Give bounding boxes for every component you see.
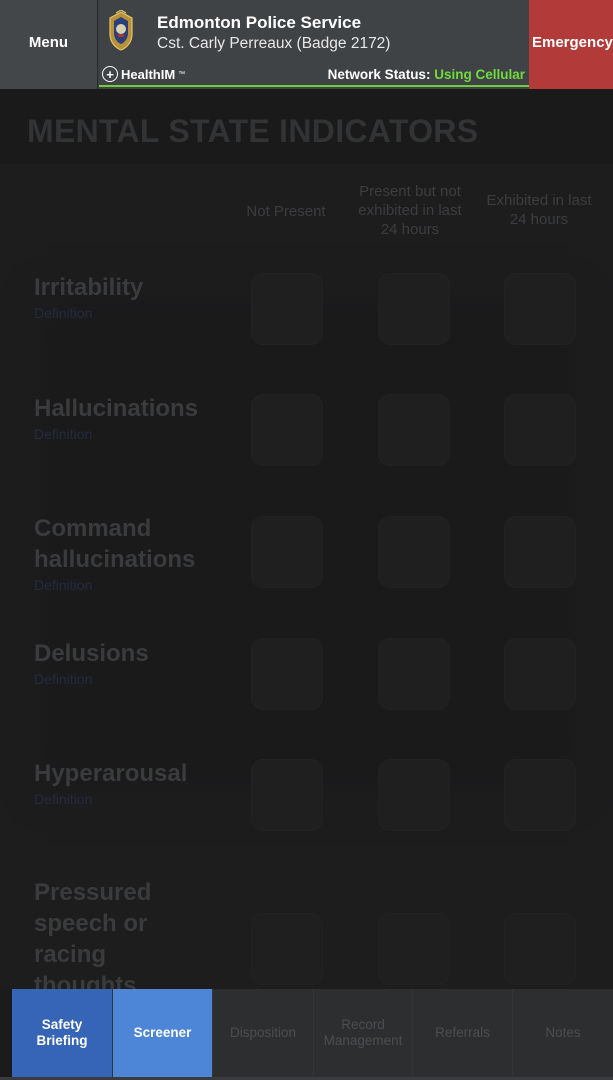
org-name: Edmonton Police Service <box>157 13 362 32</box>
indicator-label: Command hallucinations <box>34 515 196 573</box>
officer-name: Cst. Carly Perreaux (Badge 2172) <box>157 35 391 52</box>
menu-button[interactable]: Menu <box>0 0 98 89</box>
option-present-not-exhibited[interactable] <box>378 394 450 466</box>
officer-info: Edmonton Police Service Cst. Carly Perre… <box>99 0 529 89</box>
trademark-mark: ™ <box>178 70 186 78</box>
definition-link[interactable]: Definition <box>34 791 224 807</box>
option-present-not-exhibited[interactable] <box>378 516 450 588</box>
tab-disposition[interactable]: Disposition <box>213 989 314 1077</box>
plus-circle-icon: + <box>102 66 118 82</box>
police-crest-icon <box>109 10 133 51</box>
definition-link[interactable]: Definition <box>34 577 224 593</box>
network-status-value: Using Cellular <box>434 67 525 82</box>
option-exhibited[interactable] <box>504 913 576 985</box>
tab-safety-briefing[interactable]: Safety Briefing <box>12 989 113 1077</box>
definition-link[interactable]: Definition <box>34 426 224 442</box>
indicator-label: Hallucinations <box>34 395 199 422</box>
column-header-present-not-exhibited: Present but not exhibited in last 24 hou… <box>358 183 462 238</box>
definition-link[interactable]: Definition <box>34 305 224 321</box>
indicator-hyperarousal: Hyperarousal Definition <box>34 758 224 807</box>
bottom-nav: Safety Briefing Screener Disposition Rec… <box>0 989 613 1080</box>
option-not-present[interactable] <box>251 638 323 710</box>
indicator-hallucinations: Hallucinations Definition <box>34 393 224 442</box>
indicator-label: Pressured speech or racing thoughts <box>34 879 152 989</box>
option-present-not-exhibited[interactable] <box>378 638 450 710</box>
option-not-present[interactable] <box>251 516 323 588</box>
indicator-delusions: Delusions Definition <box>34 638 224 687</box>
indicator-label: Irritability <box>34 274 144 301</box>
option-present-not-exhibited[interactable] <box>378 913 450 985</box>
tab-notes[interactable]: Notes <box>513 989 613 1077</box>
definition-link[interactable]: Definition <box>34 671 224 687</box>
tab-record-management[interactable]: Record Management <box>314 989 413 1077</box>
option-not-present[interactable] <box>251 273 323 345</box>
screener-content: MENTAL STATE INDICATORS Not Present Pres… <box>0 89 613 989</box>
healthim-logo: + HealthIM ™ <box>102 66 185 82</box>
option-exhibited[interactable] <box>504 273 576 345</box>
option-not-present[interactable] <box>251 759 323 831</box>
title-band: MENTAL STATE INDICATORS <box>0 89 613 164</box>
emergency-button[interactable]: Emergency <box>529 0 613 89</box>
indicator-command-hallucinations: Command hallucinations Definition <box>34 513 224 593</box>
column-header-exhibited: Exhibited in last 24 hours <box>486 192 592 228</box>
indicator-label: Hyperarousal <box>34 760 188 787</box>
option-exhibited[interactable] <box>504 516 576 588</box>
column-header-not-present: Not Present <box>246 203 326 220</box>
app-header: Menu Edmonton Police Service Cst. Carly … <box>0 0 613 89</box>
nav-spacer <box>0 989 12 1077</box>
option-present-not-exhibited[interactable] <box>378 759 450 831</box>
network-status: Network Status: Using Cellular <box>328 67 525 82</box>
status-bar: + HealthIM ™ Network Status: Using Cellul… <box>99 65 529 87</box>
option-exhibited[interactable] <box>504 394 576 466</box>
tab-screener[interactable]: Screener <box>113 989 213 1077</box>
option-not-present[interactable] <box>251 394 323 466</box>
option-present-not-exhibited[interactable] <box>378 273 450 345</box>
option-exhibited[interactable] <box>504 638 576 710</box>
page-title: MENTAL STATE INDICATORS <box>27 113 479 149</box>
indicator-irritability: Irritability Definition <box>34 272 224 321</box>
indicator-label: Delusions <box>34 640 149 667</box>
indicator-pressured-speech: Pressured speech or racing thoughts <box>34 877 174 989</box>
option-not-present[interactable] <box>251 913 323 985</box>
option-exhibited[interactable] <box>504 759 576 831</box>
brand-name: HealthIM <box>121 66 176 82</box>
tab-referrals[interactable]: Referrals <box>413 989 513 1077</box>
network-status-label: Network Status: <box>327 67 431 82</box>
